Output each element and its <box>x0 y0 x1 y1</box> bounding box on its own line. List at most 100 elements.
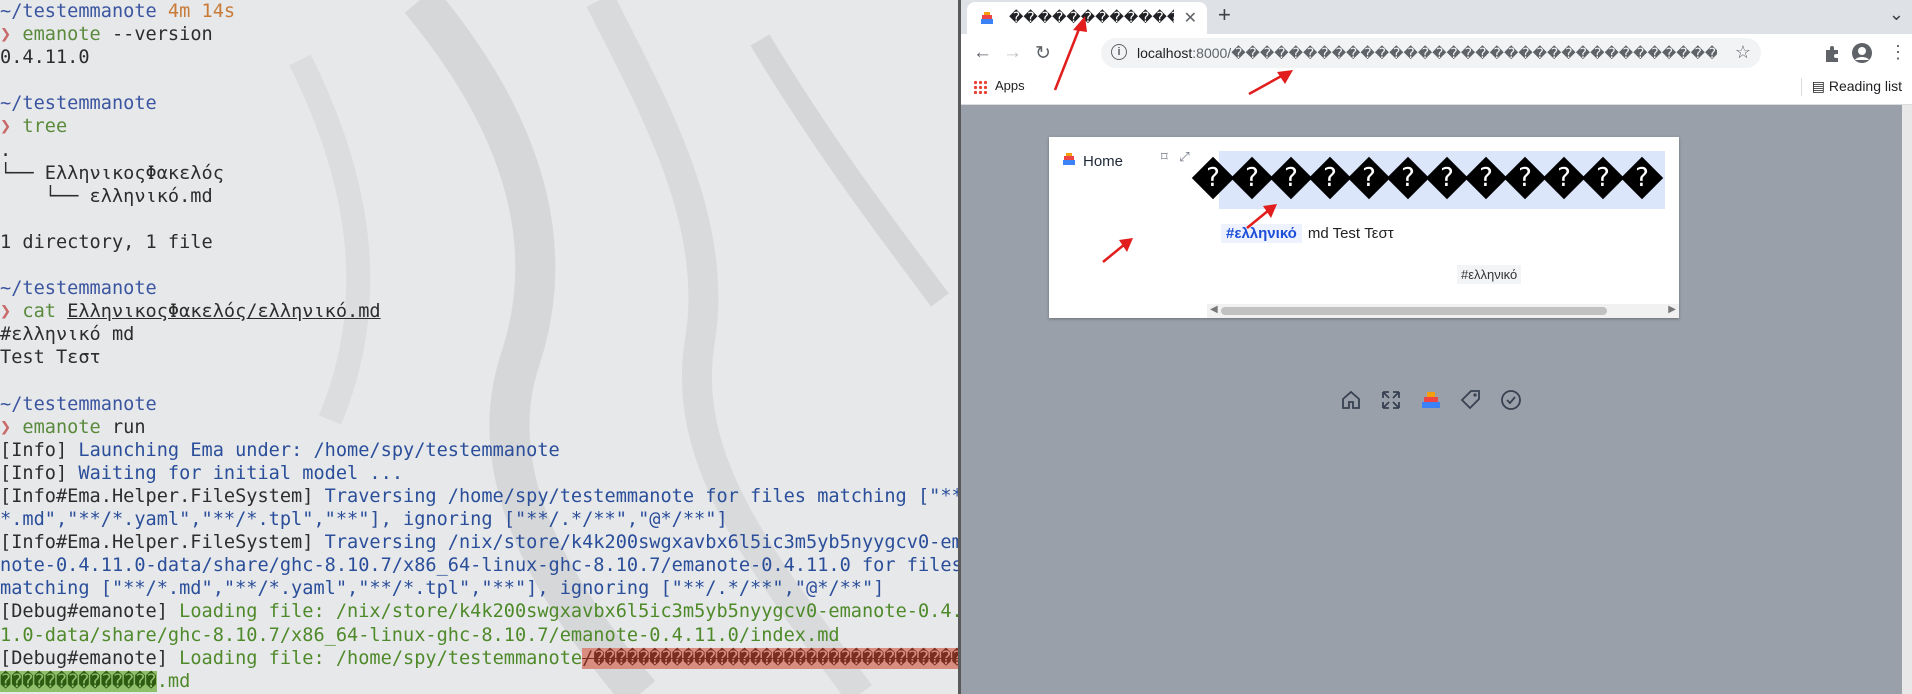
replacement-char-glyph: ? <box>1425 156 1469 200</box>
terminal-line: ❯ emanote --version <box>0 23 958 46</box>
terminal-text: ❯ <box>0 301 23 323</box>
terminal-text: Traversing /home/spy/testemmanote for fi… <box>324 485 958 507</box>
terminal-line: ❯ cat ΕλληνικοςΦακελός/ελληνικό.md <box>0 300 958 323</box>
bookmark-star-icon[interactable]: ☆ <box>1735 42 1751 63</box>
browser-window: �������������� ✕ + ⌄ ← → ↻ i localhost:8… <box>961 0 1912 694</box>
terminal-text: ❯ <box>0 116 23 138</box>
reload-icon[interactable]: ↻ <box>1035 42 1051 65</box>
expand-icon[interactable]: ⤢ <box>1179 149 1189 164</box>
terminal-text: [Debug#emanote] <box>0 647 180 669</box>
terminal-window[interactable]: ~/testemmanote 4m 14s ❯ emanote --version… <box>0 0 958 694</box>
terminal-text: ~/testemmanote <box>0 393 157 415</box>
address-bar[interactable]: i localhost:8000/�����������������������… <box>1101 38 1761 68</box>
scrollbar-thumb[interactable] <box>1221 307 1607 315</box>
replacement-char-glyph: ? <box>1308 156 1352 200</box>
emanote-logo-icon[interactable] <box>1419 388 1443 412</box>
replacement-char-glyph: ? <box>1269 156 1313 200</box>
terminal-line: [Debug#emanote] Loading file: /nix/store… <box>0 600 958 623</box>
profile-avatar-icon[interactable] <box>1851 42 1873 64</box>
browser-menu-icon[interactable]: ⋮ <box>1889 42 1907 63</box>
reading-list-button[interactable]: ▤ Reading list <box>1800 78 1902 97</box>
tab-active[interactable]: �������������� ✕ <box>967 2 1207 34</box>
note-title-glyphs: ???????????? <box>1191 151 1664 207</box>
terminal-line: ❯ emanote run <box>0 416 958 439</box>
replacement-char-glyph: ? <box>1230 156 1274 200</box>
sidebar-actions: ⌑ ⤢ <box>1161 149 1190 165</box>
terminal-text: matching ["**/*.md","**/*.yaml","**/*.tp… <box>0 578 885 600</box>
replacement-char-glyph: ? <box>1386 156 1430 200</box>
inline-tag-link[interactable]: #ελληνικό <box>1221 224 1302 243</box>
terminal-line: └── ΕλληνικοςΦακελός <box>0 162 958 185</box>
terminal-text: run <box>100 416 146 438</box>
terminal-line: note-0.4.11.0-data/share/ghc-8.10.7/x86_… <box>0 554 958 577</box>
terminal-line: . <box>0 139 958 162</box>
terminal-text: 0.4.11.0 <box>0 47 90 69</box>
scroll-right-icon[interactable]: ▶ <box>1668 304 1676 315</box>
terminal-line: 1.0-data/share/ghc-8.10.7/x86_64-linux-g… <box>0 624 958 647</box>
terminal-text: note-0.4.11.0-data/share/ghc-8.10.7/x86_… <box>0 555 958 577</box>
terminal-line: matching ["**/*.md","**/*.yaml","**/*.tp… <box>0 577 958 600</box>
terminal-text: [Info#Ema.Helper.FileSystem] <box>0 485 325 507</box>
terminal-text: emanote <box>22 416 101 438</box>
terminal-text: ~/testemmanote <box>0 1 157 22</box>
note-content: ???????????? #ελληνικό md Test Τεστ #ελλη… <box>1191 137 1679 318</box>
terminal-text: �������������� <box>0 670 157 692</box>
terminal-text: /����������������������������������/ <box>582 647 958 669</box>
sidebar-home-link[interactable]: Home <box>1061 151 1123 171</box>
tab-search-icon[interactable]: ⌄ <box>1889 4 1904 25</box>
note-body: #ελληνικό md Test Τεστ <box>1221 224 1394 243</box>
apps-shortcut[interactable]: Apps <box>973 78 1025 94</box>
replacement-char-glyph: ? <box>1581 156 1625 200</box>
vertical-scrollbar[interactable] <box>1902 105 1912 694</box>
footer-tag[interactable]: #ελληνικό <box>1457 265 1522 284</box>
note-body-text: md Test Τεστ <box>1307 225 1394 242</box>
tab-title: �������������� <box>1009 9 1174 25</box>
note-card: Home ⌑ ⤢ ����������� ��������� <box>1049 137 1679 318</box>
terminal-line: [Info] Launching Ema under: /home/spy/te… <box>0 439 958 462</box>
browser-toolbar: ← → ↻ i localhost:8000/�����������������… <box>961 34 1912 72</box>
site-info-icon[interactable]: i <box>1111 44 1127 60</box>
terminal-text: --version <box>100 24 213 46</box>
scroll-left-icon[interactable]: ◀ <box>1210 304 1218 315</box>
terminal-line: ❯ tree <box>0 115 958 138</box>
expand-icon[interactable] <box>1379 388 1403 412</box>
terminal-text: Loading file: /nix/store/k4k200swgxavbx6… <box>179 601 958 623</box>
terminal-text: #ελληνικό md <box>0 324 135 346</box>
page-sidebar: Home ⌑ ⤢ ����������� ��������� <box>1049 137 1207 318</box>
terminal-text: [Debug#emanote] <box>0 601 180 623</box>
terminal-text: [Info] <box>0 462 79 484</box>
tag-icon[interactable] <box>1459 388 1483 412</box>
new-tab-button[interactable]: + <box>1218 2 1231 28</box>
terminal-text: Launching Ema under: /home/spy/testemman… <box>78 439 560 461</box>
terminal-text: Test Τεστ <box>0 347 101 369</box>
horizontal-scrollbar[interactable]: ◀ ▶ <box>1207 304 1679 318</box>
terminal-text: Waiting for initial model ... <box>78 462 404 484</box>
task-check-icon[interactable] <box>1499 388 1523 412</box>
replacement-char-glyph: ? <box>1191 156 1235 200</box>
tab-close-icon[interactable]: ✕ <box>1184 8 1197 28</box>
terminal-text: 1 directory, 1 file <box>0 231 213 253</box>
terminal-text: └── ελληνικό.md <box>0 185 213 207</box>
home-icon[interactable] <box>1339 388 1363 412</box>
extensions-puzzle-icon[interactable] <box>1823 44 1841 62</box>
terminal-line: 0.4.11.0 <box>0 46 958 69</box>
replacement-char-glyph: ? <box>1542 156 1586 200</box>
replacement-char-glyph: ? <box>1464 156 1508 200</box>
terminal-text: [Info] <box>0 439 79 461</box>
back-arrow-icon[interactable]: ← <box>973 42 992 64</box>
tag-icon[interactable]: ⌑ <box>1161 149 1168 164</box>
terminal-line: Test Τεστ <box>0 346 958 369</box>
terminal-text: . <box>0 139 12 161</box>
terminal-text: tree <box>22 116 68 138</box>
terminal-output: ~/testemmanote 4m 14s ❯ emanote --version… <box>0 0 958 694</box>
terminal-line: ~/testemmanote 4m 14s <box>0 0 958 23</box>
terminal-text: ❯ <box>0 416 23 438</box>
terminal-line: [Info#Ema.Helper.FileSystem] Traversing … <box>0 531 958 554</box>
terminal-text: [Info#Ema.Helper.FileSystem] <box>0 532 325 554</box>
terminal-text: *.md","**/*.yaml","**/*.tpl","**"], igno… <box>0 509 728 531</box>
forward-arrow-icon[interactable]: → <box>1003 42 1022 64</box>
replacement-char-glyph: ? <box>1620 156 1664 200</box>
terminal-text: Traversing /nix/store/k4k200swgxavbx6l5i… <box>324 532 958 554</box>
